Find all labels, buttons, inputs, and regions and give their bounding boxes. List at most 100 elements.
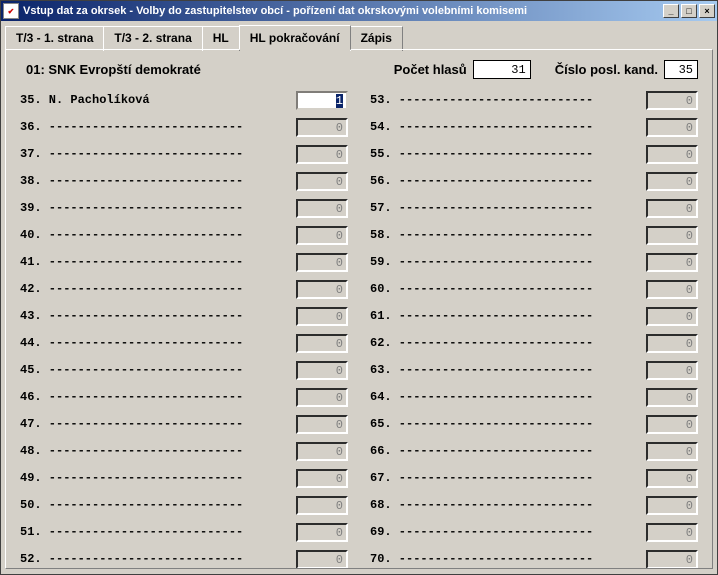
candidate-votes-input: 0 xyxy=(296,118,348,137)
candidate-row: 36. ---------------------------0 xyxy=(20,118,348,136)
tab-content: 01: SNK Evropští demokraté Počet hlasů Č… xyxy=(5,49,713,569)
tab-4[interactable]: Zápis xyxy=(350,26,403,51)
candidate-label: 57. --------------------------- xyxy=(370,201,646,215)
app-icon: ✔ xyxy=(3,3,19,19)
candidate-votes-input: 0 xyxy=(296,253,348,272)
minimize-button[interactable]: _ xyxy=(663,4,679,18)
candidate-label: 40. --------------------------- xyxy=(20,228,296,242)
candidate-label: 39. --------------------------- xyxy=(20,201,296,215)
candidate-row: 68. ---------------------------0 xyxy=(370,496,698,514)
candidate-label: 66. --------------------------- xyxy=(370,444,646,458)
tab-3[interactable]: HL pokračování xyxy=(239,25,351,50)
candidate-row: 58. ---------------------------0 xyxy=(370,226,698,244)
candidate-row: 56. ---------------------------0 xyxy=(370,172,698,190)
candidate-votes-input[interactable]: 1 xyxy=(296,91,348,110)
candidate-row: 60. ---------------------------0 xyxy=(370,280,698,298)
candidate-label: 51. --------------------------- xyxy=(20,525,296,539)
candidate-votes-input: 0 xyxy=(646,469,698,488)
candidate-votes-input: 0 xyxy=(296,388,348,407)
candidate-row: 39. ---------------------------0 xyxy=(20,199,348,217)
candidate-votes-input: 0 xyxy=(296,550,348,569)
titlebar: ✔ Vstup dat za okrsek - Volby do zastupi… xyxy=(1,1,717,21)
candidate-row: 52. ---------------------------0 xyxy=(20,550,348,568)
titlebar-buttons: _ □ × xyxy=(663,4,715,18)
candidate-row: 37. ---------------------------0 xyxy=(20,145,348,163)
votes-group: Počet hlasů xyxy=(394,60,531,79)
candidate-label: 54. --------------------------- xyxy=(370,120,646,134)
candidate-label: 65. --------------------------- xyxy=(370,417,646,431)
candidate-row: 61. ---------------------------0 xyxy=(370,307,698,325)
candidate-label: 45. --------------------------- xyxy=(20,363,296,377)
tab-2[interactable]: HL xyxy=(202,26,240,51)
candidate-votes-input: 0 xyxy=(296,361,348,380)
candidate-columns: 35. N. Pacholíková136. -----------------… xyxy=(20,91,698,568)
candidate-votes-input: 0 xyxy=(296,307,348,326)
candidate-votes-input: 0 xyxy=(646,550,698,569)
candidate-label: 64. --------------------------- xyxy=(370,390,646,404)
candidate-row: 43. ---------------------------0 xyxy=(20,307,348,325)
candidate-row: 44. ---------------------------0 xyxy=(20,334,348,352)
candidate-row: 35. N. Pacholíková1 xyxy=(20,91,348,109)
candidate-votes-input: 0 xyxy=(296,334,348,353)
candidate-label: 50. --------------------------- xyxy=(20,498,296,512)
candidate-votes-input: 0 xyxy=(296,145,348,164)
candidate-label: 59. --------------------------- xyxy=(370,255,646,269)
candidate-label: 58. --------------------------- xyxy=(370,228,646,242)
candidate-votes-input: 0 xyxy=(646,253,698,272)
candidate-label: 36. --------------------------- xyxy=(20,120,296,134)
candidate-label: 37. --------------------------- xyxy=(20,147,296,161)
candidate-row: 46. ---------------------------0 xyxy=(20,388,348,406)
candidate-label: 46. --------------------------- xyxy=(20,390,296,404)
candidate-votes-input: 0 xyxy=(646,280,698,299)
candidate-votes-input: 0 xyxy=(646,361,698,380)
candidate-label: 48. --------------------------- xyxy=(20,444,296,458)
candidate-row: 65. ---------------------------0 xyxy=(370,415,698,433)
candidate-row: 42. ---------------------------0 xyxy=(20,280,348,298)
candidate-votes-input: 0 xyxy=(296,226,348,245)
maximize-button[interactable]: □ xyxy=(681,4,697,18)
candidate-label: 69. --------------------------- xyxy=(370,525,646,539)
close-button[interactable]: × xyxy=(699,4,715,18)
votes-input[interactable] xyxy=(473,60,531,79)
candidate-row: 69. ---------------------------0 xyxy=(370,523,698,541)
candidate-label: 60. --------------------------- xyxy=(370,282,646,296)
column-left: 35. N. Pacholíková136. -----------------… xyxy=(20,91,348,568)
candidate-votes-input: 0 xyxy=(296,469,348,488)
candidate-label: 68. --------------------------- xyxy=(370,498,646,512)
candidate-votes-input: 0 xyxy=(646,145,698,164)
candidate-label: 42. --------------------------- xyxy=(20,282,296,296)
candidate-votes-input: 0 xyxy=(646,172,698,191)
tab-1[interactable]: T/3 - 2. strana xyxy=(103,26,202,51)
candidate-votes-input: 0 xyxy=(296,523,348,542)
candidate-row: 67. ---------------------------0 xyxy=(370,469,698,487)
candidate-label: 35. N. Pacholíková xyxy=(20,93,296,107)
candidate-votes-input: 0 xyxy=(646,118,698,137)
candidate-row: 62. ---------------------------0 xyxy=(370,334,698,352)
candidate-row: 54. ---------------------------0 xyxy=(370,118,698,136)
candidate-votes-input: 0 xyxy=(296,496,348,515)
candidate-label: 61. --------------------------- xyxy=(370,309,646,323)
party-label: 01: SNK Evropští demokraté xyxy=(20,62,394,77)
votes-label: Počet hlasů xyxy=(394,62,467,77)
candidate-label: 49. --------------------------- xyxy=(20,471,296,485)
candidate-label: 56. --------------------------- xyxy=(370,174,646,188)
candidate-votes-input: 0 xyxy=(296,280,348,299)
last-cand-group: Číslo posl. kand. xyxy=(555,60,698,79)
candidate-label: 53. --------------------------- xyxy=(370,93,646,107)
candidate-row: 63. ---------------------------0 xyxy=(370,361,698,379)
tab-0[interactable]: T/3 - 1. strana xyxy=(5,26,104,51)
candidate-votes-input: 0 xyxy=(646,334,698,353)
candidate-label: 55. --------------------------- xyxy=(370,147,646,161)
candidate-votes-input: 0 xyxy=(296,199,348,218)
candidate-row: 45. ---------------------------0 xyxy=(20,361,348,379)
candidate-votes-input: 0 xyxy=(646,442,698,461)
candidate-label: 47. --------------------------- xyxy=(20,417,296,431)
candidate-label: 41. --------------------------- xyxy=(20,255,296,269)
candidate-row: 57. ---------------------------0 xyxy=(370,199,698,217)
candidate-label: 67. --------------------------- xyxy=(370,471,646,485)
candidate-row: 66. ---------------------------0 xyxy=(370,442,698,460)
last-cand-label: Číslo posl. kand. xyxy=(555,62,658,77)
candidate-votes-input: 0 xyxy=(646,496,698,515)
last-cand-input[interactable] xyxy=(664,60,698,79)
main-window: ✔ Vstup dat za okrsek - Volby do zastupi… xyxy=(0,0,718,575)
